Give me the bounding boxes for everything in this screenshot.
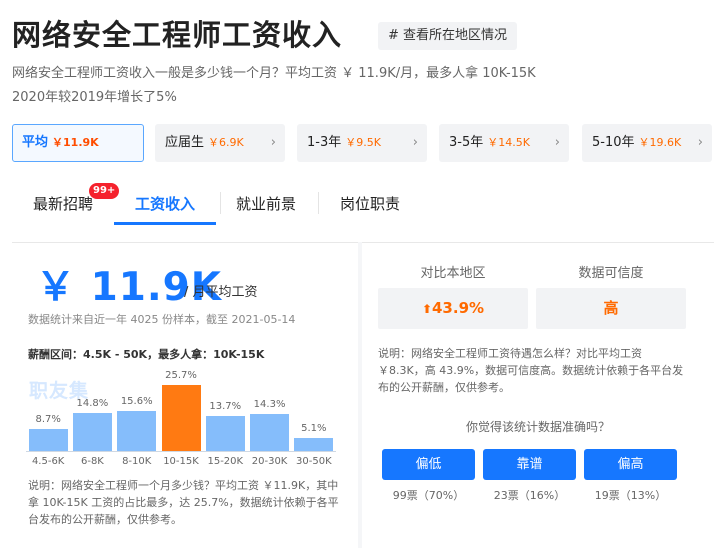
vote-reliable-count: 23票（16%） — [493, 489, 566, 502]
experience-level-selector: 平均 ￥11.9K 应届生 ￥6.9K › 1-3年 ￥9.5K › 3-5年 ￥14.… — [12, 124, 712, 162]
local-compare-value: ⬆43.9% — [378, 288, 528, 329]
level-name: 1-3年 — [307, 135, 342, 150]
histogram-bar — [28, 428, 68, 451]
histogram-bar-label: 8.7% — [35, 413, 61, 425]
histogram-bar-label: 15.6% — [120, 395, 153, 407]
vote-low-button[interactable]: 偏低 — [382, 449, 475, 480]
tab-divider — [318, 192, 319, 214]
histogram-bar-label: 13.7% — [209, 400, 242, 412]
histogram-bar-label: 5.1% — [301, 422, 327, 434]
histogram-bar — [294, 437, 334, 451]
histogram-bar — [205, 415, 245, 451]
level-3-5-years[interactable]: 3-5年 ￥14.5K › — [439, 124, 569, 162]
credibility-value: 高 — [536, 288, 686, 329]
level-5-10-years[interactable]: 5-10年 ￥19.6K › — [582, 124, 712, 162]
arrow-up-icon: ⬆ — [421, 302, 432, 316]
salary-unit: / 月平均工资 — [184, 285, 258, 300]
level-name: 平均 — [22, 135, 49, 150]
salary-description: 说明：网络安全工程师一个月多少钱？平均工资 ￥11.9K，其中拿 10K-15K… — [28, 479, 339, 526]
intro-text: 网络安全工程师工资收入一般是多少钱一个月？平均工资 ￥ 11.9K/月，最多人拿… — [12, 62, 612, 110]
new-jobs-badge: 99+ — [89, 183, 120, 199]
level-graduate[interactable]: 应届生 ￥6.9K › — [155, 124, 285, 162]
page-title: 网络安全工程师工资收入 — [12, 18, 343, 52]
salary-histogram: 8.7% 4.5-6K 14.8% 6-8K 15.6% 8-10K 25.7% 10-15K… — [26, 360, 336, 470]
level-salary: ￥14.5K — [487, 136, 530, 149]
comparison-description: 说明：网络安全工程师工资待遇怎么样？对比平均工资 ￥8.3K，高 43.9%，数… — [378, 347, 684, 394]
tab-salary[interactable]: 工资收入 — [114, 180, 216, 226]
level-salary: ￥9.5K — [345, 136, 381, 149]
histogram-category-label: 30-50K — [296, 456, 332, 467]
intro-line-2: 2020年较2019年增长了5% — [12, 90, 177, 105]
vote-high-button[interactable]: 偏高 — [584, 449, 677, 480]
histogram-category-label: 20-30K — [251, 456, 288, 467]
histogram-category-label: 6-8K — [80, 456, 104, 467]
tab-duties[interactable]: 岗位职责 — [330, 180, 410, 226]
vote-high-count: 19票（13%） — [594, 489, 667, 502]
histogram-category-label: 4.5-6K — [31, 456, 65, 467]
histogram-bar — [161, 385, 201, 451]
view-region-button[interactable]: # 查看所在地区情况 — [378, 22, 518, 50]
chevron-right-icon: › — [412, 135, 418, 150]
local-compare-header: 对比本地区 — [420, 266, 486, 281]
level-salary: ￥6.9K — [208, 136, 244, 149]
level-salary: ￥11.9K — [52, 136, 99, 149]
histogram-bar-label: 14.8% — [76, 397, 109, 409]
histogram-bar — [117, 410, 157, 451]
histogram-bar-label: 14.3% — [253, 399, 286, 411]
tab-prospects[interactable]: 就业前景 — [226, 180, 306, 226]
tab-divider — [220, 192, 221, 214]
level-average[interactable]: 平均 ￥11.9K — [12, 124, 144, 162]
level-name: 3-5年 — [449, 135, 484, 150]
intro-line-1: 网络安全工程师工资收入一般是多少钱一个月？平均工资 ￥ 11.9K/月，最多人拿… — [12, 66, 536, 81]
sample-note: 数据统计来自近一年 4025 份样本，截至 2021-05-14 — [28, 313, 296, 326]
histogram-category-label: 8-10K — [122, 456, 152, 467]
level-name: 5-10年 — [592, 135, 635, 150]
credibility-header: 数据可信度 — [578, 266, 644, 281]
histogram-category-label: 15-20K — [207, 456, 244, 467]
histogram-category-label: 10-15K — [163, 456, 199, 467]
level-salary: ￥19.6K — [638, 136, 682, 149]
vote-low-count: 99票（70%） — [392, 489, 465, 502]
vote-reliable-button[interactable]: 靠谱 — [483, 449, 576, 480]
histogram-bar-label: 25.7% — [165, 370, 197, 381]
chart-baseline — [26, 451, 336, 452]
level-1-3-years[interactable]: 1-3年 ￥9.5K › — [297, 124, 427, 162]
active-tab-indicator — [114, 222, 216, 225]
histogram-bar — [250, 414, 290, 451]
chevron-right-icon: › — [697, 135, 703, 150]
histogram-bar — [72, 412, 112, 451]
accuracy-question: 你觉得该统计数据准确吗？ — [465, 420, 610, 434]
chevron-right-icon: › — [270, 135, 276, 150]
level-name: 应届生 — [165, 135, 205, 150]
local-compare-percent: 43.9% — [432, 299, 485, 317]
chevron-right-icon: › — [554, 135, 560, 150]
